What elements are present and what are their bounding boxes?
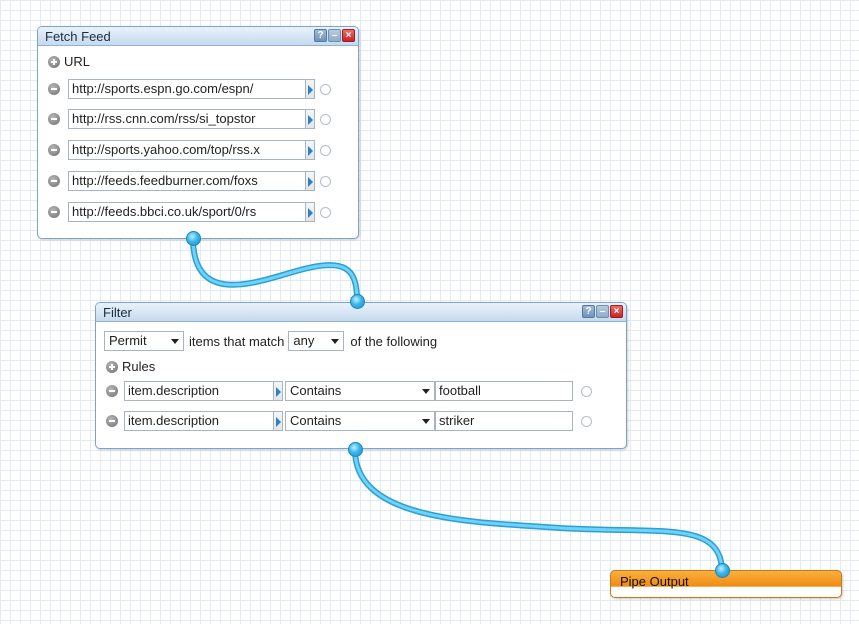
url-terminal-icon[interactable] xyxy=(320,83,331,95)
url-terminal-icon[interactable] xyxy=(320,175,331,187)
rule-row: item.description Contains football xyxy=(106,381,592,401)
fetch-feed-title: Fetch Feed xyxy=(45,29,111,44)
rule-field-arrow-icon[interactable] xyxy=(274,411,283,431)
url-input[interactable]: http://feeds.bbci.co.uk/sport/0/rs xyxy=(68,202,306,222)
url-expand-arrow-icon[interactable] xyxy=(306,140,315,160)
pipe-output-title: Pipe Output xyxy=(620,574,689,589)
filter-mode-row: Permit items that match any of the follo… xyxy=(104,331,437,351)
url-input[interactable]: http://sports.espn.go.com/espn/ xyxy=(68,79,306,99)
filter-output-port[interactable] xyxy=(348,442,363,457)
url-expand-arrow-icon[interactable] xyxy=(306,109,315,129)
url-terminal-icon[interactable] xyxy=(320,206,331,218)
rule-field-input[interactable]: item.description xyxy=(124,411,274,431)
chevron-down-icon xyxy=(422,418,430,424)
url-row: http://rss.cnn.com/rss/si_topstor xyxy=(48,109,331,129)
filter-title: Filter xyxy=(103,305,132,320)
rule-value-input[interactable]: striker xyxy=(435,411,573,431)
fetch-feed-output-port[interactable] xyxy=(186,231,201,246)
url-expand-arrow-icon[interactable] xyxy=(306,79,315,99)
url-header-row: URL xyxy=(48,54,90,69)
rule-operator-select[interactable]: Contains xyxy=(285,381,435,401)
remove-rule-icon[interactable] xyxy=(106,385,118,397)
chevron-down-icon xyxy=(422,388,430,394)
url-label: URL xyxy=(64,54,91,69)
fetch-feed-module[interactable]: Fetch Feed ? – × URL http://sports.espn.… xyxy=(37,26,359,239)
help-icon[interactable]: ? xyxy=(314,29,327,42)
url-input[interactable]: http://feeds.feedburner.com/foxs xyxy=(68,171,306,191)
items-match-text: items that match xyxy=(189,333,285,349)
url-expand-arrow-icon[interactable] xyxy=(306,202,315,222)
url-row: http://feeds.bbci.co.uk/sport/0/rs xyxy=(48,202,331,222)
remove-url-icon[interactable] xyxy=(48,175,60,187)
rule-terminal-icon[interactable] xyxy=(581,385,592,397)
fetch-feed-window-buttons: ? – × xyxy=(314,29,355,42)
url-row: http://feeds.feedburner.com/foxs xyxy=(48,171,331,191)
url-terminal-icon[interactable] xyxy=(320,144,331,156)
match-select[interactable]: any xyxy=(288,331,345,351)
fetch-feed-titlebar[interactable]: Fetch Feed ? – × xyxy=(38,27,358,46)
remove-url-icon[interactable] xyxy=(48,113,60,125)
filter-window-buttons: ? – × xyxy=(582,305,623,318)
remove-url-icon[interactable] xyxy=(48,144,60,156)
url-row: http://sports.espn.go.com/espn/ xyxy=(48,79,331,99)
minimize-icon[interactable]: – xyxy=(328,29,341,42)
of-following-text: of the following xyxy=(350,333,438,349)
filter-module[interactable]: Filter ? – × Permit items that match any… xyxy=(95,302,627,449)
remove-url-icon[interactable] xyxy=(48,206,60,218)
mode-select-value: Permit xyxy=(109,333,147,348)
rule-field-arrow-icon[interactable] xyxy=(274,381,283,401)
rules-header-row: Rules xyxy=(106,359,155,374)
filter-input-port[interactable] xyxy=(350,294,365,309)
rule-value-input[interactable]: football xyxy=(435,381,573,401)
rule-operator-select[interactable]: Contains xyxy=(285,411,435,431)
url-row: http://sports.yahoo.com/top/rss.x xyxy=(48,140,331,160)
minimize-icon[interactable]: – xyxy=(596,305,609,318)
pipe-output-input-port[interactable] xyxy=(715,563,730,578)
remove-url-icon[interactable] xyxy=(48,83,60,95)
chevron-down-icon xyxy=(331,338,340,344)
close-icon[interactable]: × xyxy=(342,29,355,42)
match-select-value: any xyxy=(293,333,315,348)
url-input[interactable]: http://rss.cnn.com/rss/si_topstor xyxy=(68,109,306,129)
add-rule-icon[interactable] xyxy=(106,360,118,373)
rules-label: Rules xyxy=(122,359,156,374)
add-url-icon[interactable] xyxy=(48,55,60,68)
url-terminal-icon[interactable] xyxy=(320,113,331,125)
help-icon[interactable]: ? xyxy=(582,305,595,318)
mode-select[interactable]: Permit xyxy=(104,331,184,351)
rule-operator-value: Contains xyxy=(290,383,342,398)
url-input[interactable]: http://sports.yahoo.com/top/rss.x xyxy=(68,140,306,160)
rule-row: item.description Contains striker xyxy=(106,411,592,431)
rule-terminal-icon[interactable] xyxy=(581,415,592,427)
close-icon[interactable]: × xyxy=(610,305,623,318)
chevron-down-icon xyxy=(171,338,179,344)
rule-field-input[interactable]: item.description xyxy=(124,381,274,401)
url-expand-arrow-icon[interactable] xyxy=(306,171,315,191)
remove-rule-icon[interactable] xyxy=(106,415,118,427)
rule-operator-value: Contains xyxy=(290,413,342,428)
